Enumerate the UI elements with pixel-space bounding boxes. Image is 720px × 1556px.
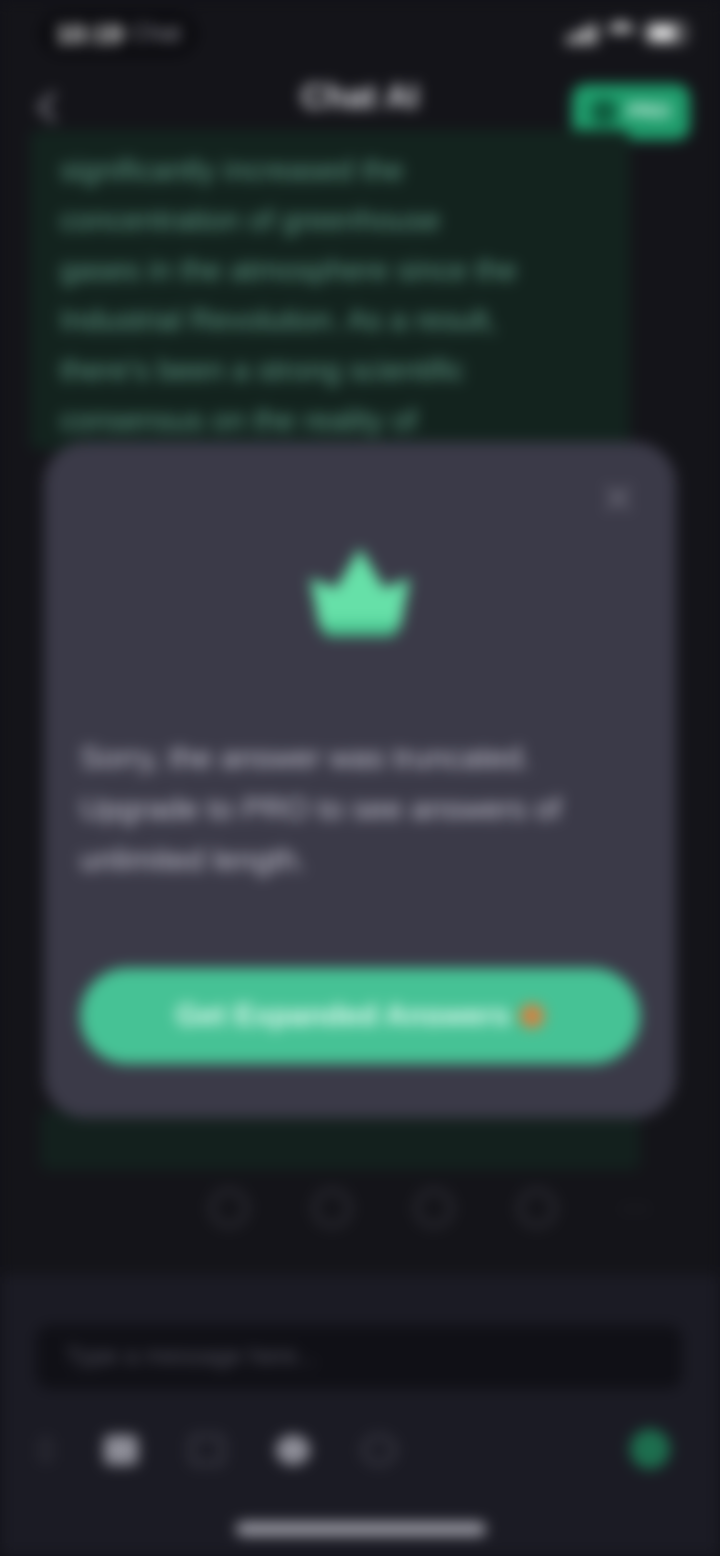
message-line: concentration of greenhouse bbox=[60, 204, 441, 237]
cta-label: Get Expanded Answers bbox=[176, 999, 510, 1032]
message-actions: ··· bbox=[210, 1180, 650, 1236]
fire-icon bbox=[519, 1004, 544, 1028]
diamond-icon bbox=[591, 99, 618, 125]
translate-icon[interactable] bbox=[517, 1189, 556, 1227]
upgrade-modal: Sorry, the answer was truncated. Upgrade… bbox=[44, 442, 676, 1118]
image-icon[interactable] bbox=[276, 1435, 310, 1465]
status-sub: Chat bbox=[130, 20, 182, 47]
more-options-icon[interactable]: ··· bbox=[620, 1191, 650, 1225]
copy-icon[interactable] bbox=[210, 1189, 248, 1227]
crown-icon bbox=[310, 548, 410, 636]
voice-icon[interactable] bbox=[362, 1435, 396, 1465]
regenerate-icon[interactable] bbox=[415, 1189, 453, 1227]
message-line: consensus on the reality of bbox=[60, 404, 417, 437]
message-line: Industrial Revolution. As a result, bbox=[60, 304, 497, 337]
assistant-message: significantly increased the concentratio… bbox=[30, 130, 630, 450]
camera-icon[interactable] bbox=[104, 1435, 138, 1465]
message-line: gases in the atmosphere since the bbox=[60, 254, 517, 287]
message-composer: Type a message here... bbox=[0, 1275, 720, 1556]
truncation-message: Sorry, the answer was truncated. Upgrade… bbox=[80, 740, 561, 877]
share-icon[interactable] bbox=[312, 1189, 351, 1227]
app-screen: 10:19 Chat Chat AI PRO significantly inc… bbox=[0, 0, 720, 1556]
status-time: 10:19 bbox=[56, 18, 123, 49]
composer-toolbar bbox=[40, 1425, 690, 1475]
grip-icon bbox=[40, 1438, 52, 1462]
message-line: significantly increased the bbox=[60, 154, 404, 187]
document-icon[interactable] bbox=[190, 1435, 224, 1465]
send-icon[interactable] bbox=[630, 1429, 670, 1469]
close-icon[interactable] bbox=[600, 480, 636, 516]
message-input-placeholder: Type a message here... bbox=[66, 1343, 317, 1370]
message-input[interactable]: Type a message here... bbox=[36, 1325, 682, 1389]
status-bar: 10:19 Chat bbox=[0, 0, 720, 70]
upgrade-chip-label: PRO bbox=[627, 100, 671, 123]
home-indicator bbox=[236, 1522, 486, 1536]
status-pill: 10:19 Chat bbox=[40, 12, 198, 56]
assistant-message-tail bbox=[40, 1110, 640, 1170]
get-expanded-answers-button[interactable]: Get Expanded Answers bbox=[80, 968, 640, 1064]
battery-icon bbox=[646, 23, 686, 43]
cellular-signal-icon bbox=[567, 22, 596, 44]
status-icons bbox=[567, 22, 686, 44]
message-line: there's been a strong scientific bbox=[60, 354, 465, 387]
wifi-icon bbox=[608, 23, 634, 43]
